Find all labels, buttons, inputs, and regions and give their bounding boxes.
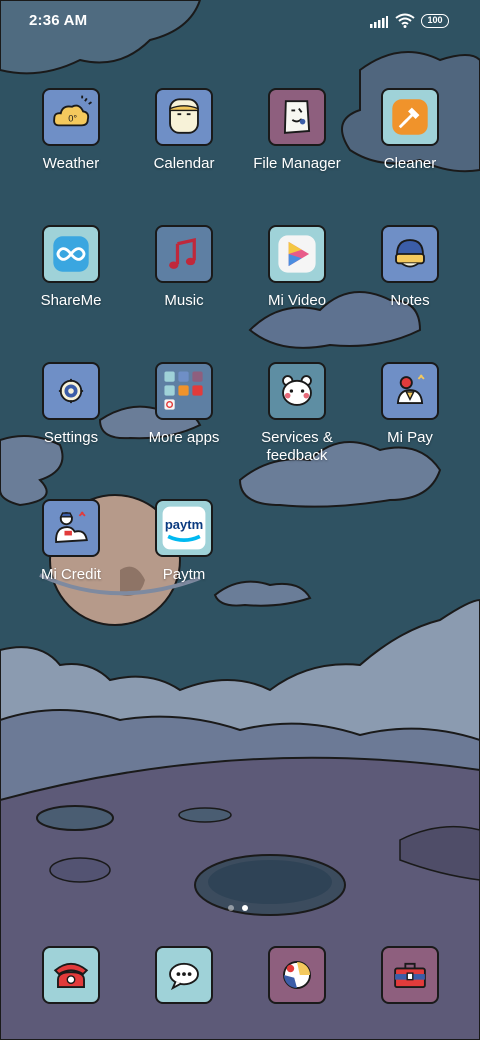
notes-icon <box>381 225 439 283</box>
app-label: Music <box>164 292 204 309</box>
file-manager-icon <box>268 88 326 146</box>
messages-icon <box>155 946 213 1004</box>
dock-browser[interactable] <box>242 946 352 1004</box>
app-label: ShareMe <box>40 292 102 309</box>
settings-icon <box>42 362 100 420</box>
app-label: Cleaner <box>383 155 437 172</box>
page-indicator[interactable] <box>228 898 256 916</box>
app-paytm[interactable]: paytm Paytm <box>129 499 239 584</box>
app-weather[interactable]: 0° Weather <box>16 88 126 173</box>
mi-credit-icon <box>42 499 100 557</box>
services-feedback-icon <box>268 362 326 420</box>
app-mi-pay[interactable]: Mi Pay <box>355 362 465 447</box>
app-notes[interactable]: Notes <box>355 225 465 310</box>
calendar-icon <box>155 88 213 146</box>
app-cleaner[interactable]: Cleaner <box>355 88 465 173</box>
app-label: Mi Video <box>267 292 327 309</box>
dock-phone[interactable] <box>16 946 126 1004</box>
app-shareme[interactable]: ShareMe <box>16 225 126 310</box>
app-label: Mi Credit <box>40 566 101 583</box>
app-label: Settings <box>43 429 99 446</box>
paytm-icon: paytm <box>155 499 213 557</box>
app-music[interactable]: Music <box>129 225 239 310</box>
dock-toolbox[interactable] <box>355 946 465 1004</box>
cleaner-icon <box>381 88 439 146</box>
svg-text:0°: 0° <box>68 114 77 124</box>
phone-icon <box>42 946 100 1004</box>
app-label: Weather <box>42 155 100 172</box>
mi-pay-icon <box>381 362 439 420</box>
toolbox-icon <box>381 946 439 1004</box>
status-bar: 2:36 AM 100 <box>0 0 480 44</box>
mi-video-icon <box>268 225 326 283</box>
app-file-manager[interactable]: File Manager <box>242 88 352 173</box>
app-calendar[interactable]: Calendar <box>129 88 239 173</box>
signal-icon <box>370 15 388 33</box>
app-mi-credit[interactable]: Mi Credit <box>16 499 126 584</box>
page-dot-active[interactable] <box>242 905 248 911</box>
folder-icon <box>155 362 213 420</box>
app-services-feedback[interactable]: Services & feedback <box>242 362 352 465</box>
app-label: Notes <box>390 292 430 309</box>
music-icon <box>155 225 213 283</box>
page-dot[interactable] <box>228 905 234 911</box>
status-time: 2:36 AM <box>29 12 88 29</box>
paytm-logo-text: paytm <box>165 517 203 532</box>
dock-messages[interactable] <box>129 946 239 1004</box>
shareme-icon <box>42 225 100 283</box>
app-label: Calendar <box>153 155 215 172</box>
wifi-icon <box>395 13 415 33</box>
app-label: More apps <box>148 429 220 446</box>
app-settings[interactable]: Settings <box>16 362 126 447</box>
weather-icon: 0° <box>42 88 100 146</box>
app-label: Services & feedback <box>261 429 333 464</box>
app-more-apps-folder[interactable]: More apps <box>129 362 239 447</box>
browser-icon <box>268 946 326 1004</box>
app-label: Paytm <box>162 566 206 583</box>
battery-icon: 100 <box>421 14 449 28</box>
app-label: File Manager <box>253 155 341 172</box>
app-label: Mi Pay <box>387 429 433 446</box>
app-mi-video[interactable]: Mi Video <box>242 225 352 310</box>
